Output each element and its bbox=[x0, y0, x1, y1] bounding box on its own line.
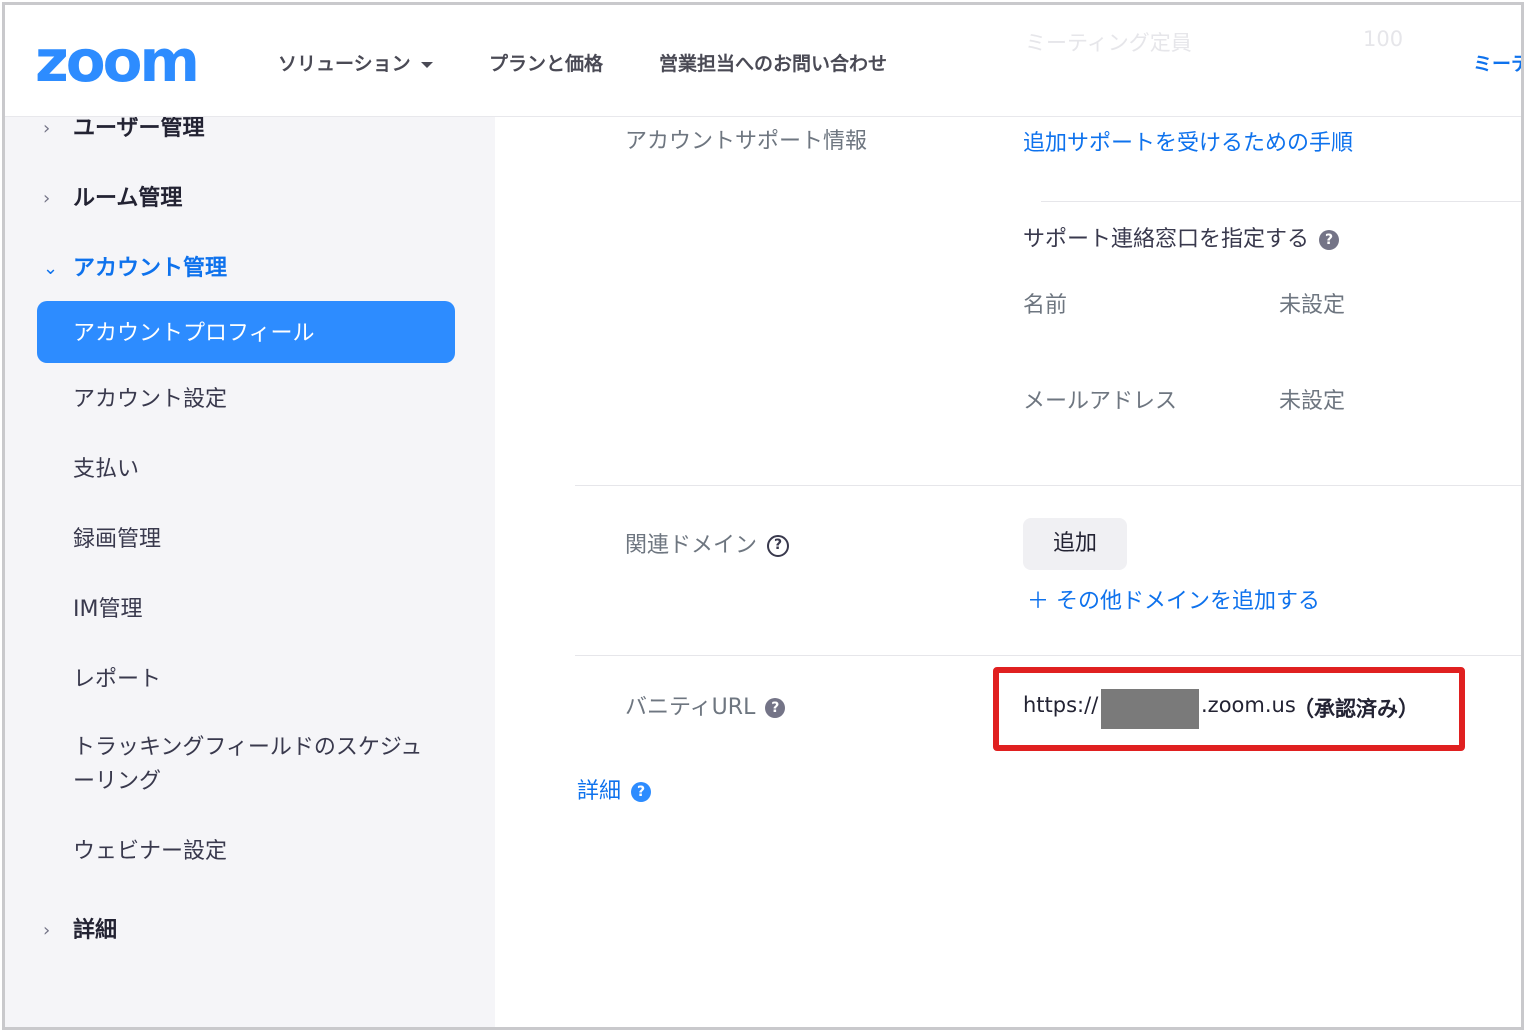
top-header: zoom ソリューション プランと価格 営業担当へのお問い合わせ ミーティング定… bbox=[5, 5, 1521, 117]
sidebar-item-label: アカウントプロフィール bbox=[73, 321, 315, 346]
redacted-subdomain bbox=[1101, 689, 1199, 729]
sidebar-item-account-settings[interactable]: アカウント設定 bbox=[73, 383, 453, 417]
add-more-domains-link[interactable]: ＋ その他ドメインを追加する bbox=[1027, 583, 1320, 615]
sidebar-item-tracking-fields[interactable]: トラッキングフィールドのスケジューリング bbox=[73, 731, 433, 799]
faded-meeting-capacity-label: ミーティング定員 bbox=[1025, 31, 1192, 55]
support-contact-title-text: サポート連絡窓口を指定する bbox=[1023, 227, 1310, 252]
divider bbox=[1041, 201, 1521, 202]
sidebar-item-webinar-settings[interactable]: ウェビナー設定 bbox=[73, 835, 453, 869]
main-content: アカウントサポート情報 追加サポートを受けるための手順 サポート連絡窓口を指定す… bbox=[495, 117, 1521, 1027]
faded-meeting-capacity-value: 100 bbox=[1363, 27, 1404, 51]
sidebar-item-account-profile[interactable]: アカウントプロフィール bbox=[37, 301, 455, 363]
plus-icon: ＋ bbox=[1027, 589, 1050, 614]
details-link-label: 詳細 bbox=[577, 779, 622, 804]
nav-meeting-link[interactable]: ミーテ bbox=[1473, 49, 1521, 76]
sidebar-item-reports[interactable]: レポート bbox=[73, 663, 453, 697]
sidebar-item-billing[interactable]: 支払い bbox=[73, 453, 453, 487]
window-frame: zoom ソリューション プランと価格 営業担当へのお問い合わせ ミーティング定… bbox=[2, 2, 1524, 1030]
divider bbox=[575, 655, 1521, 656]
help-icon: ? bbox=[631, 782, 652, 802]
support-instructions-link[interactable]: 追加サポートを受けるための手順 bbox=[1023, 125, 1353, 157]
vanity-url-suffix: .zoom.us bbox=[1201, 693, 1296, 717]
add-domain-button[interactable]: 追加 bbox=[1023, 518, 1127, 570]
chevron-right-icon: › bbox=[43, 920, 51, 941]
help-icon[interactable]: ? bbox=[765, 698, 786, 718]
vanity-url-prefix: https:// bbox=[1023, 693, 1099, 717]
sidebar-item-label: アカウント管理 bbox=[73, 256, 228, 281]
vanity-url-status: （承認済み） bbox=[1293, 697, 1419, 721]
chevron-right-icon: › bbox=[43, 188, 51, 209]
nav-solutions-label: ソリューション bbox=[278, 53, 411, 75]
nav-plans-pricing[interactable]: プランと価格 bbox=[489, 49, 603, 76]
name-label: 名前 bbox=[1023, 293, 1068, 318]
chevron-down-icon: ⌄ bbox=[43, 258, 59, 279]
help-icon[interactable]: ? bbox=[1319, 230, 1340, 250]
vanity-url-label-text: バニティURL bbox=[625, 695, 756, 720]
details-link[interactable]: 詳細? bbox=[577, 773, 652, 805]
sidebar-item-recording-management[interactable]: 録画管理 bbox=[73, 523, 453, 557]
zoom-logo[interactable]: zoom bbox=[35, 29, 200, 93]
associated-domain-label: 関連ドメイン? bbox=[625, 527, 790, 559]
email-label: メールアドレス bbox=[1023, 389, 1178, 414]
chevron-down-icon bbox=[420, 61, 433, 68]
sidebar-item-label: 詳細 bbox=[73, 918, 118, 943]
sidebar: › ユーザー管理 › ルーム管理 ⌄ アカウント管理 アカウントプロフィール ア… bbox=[5, 116, 495, 1027]
email-value: 未設定 bbox=[1279, 389, 1346, 414]
associated-domain-label-text: 関連ドメイン bbox=[625, 533, 758, 558]
nav-contact-sales[interactable]: 営業担当へのお問い合わせ bbox=[659, 49, 887, 76]
account-support-label: アカウントサポート情報 bbox=[625, 129, 868, 154]
sidebar-item-label: ルーム管理 bbox=[73, 186, 183, 211]
add-more-domains-label: その他ドメインを追加する bbox=[1056, 589, 1321, 614]
sidebar-item-im-management[interactable]: IM管理 bbox=[73, 593, 453, 627]
nav-solutions[interactable]: ソリューション bbox=[278, 49, 433, 76]
name-value: 未設定 bbox=[1279, 293, 1346, 318]
divider bbox=[575, 485, 1521, 486]
help-outline-icon[interactable]: ? bbox=[767, 535, 790, 557]
support-contact-title: サポート連絡窓口を指定する? bbox=[1023, 221, 1340, 253]
vanity-url-label: バニティURL? bbox=[625, 689, 786, 721]
